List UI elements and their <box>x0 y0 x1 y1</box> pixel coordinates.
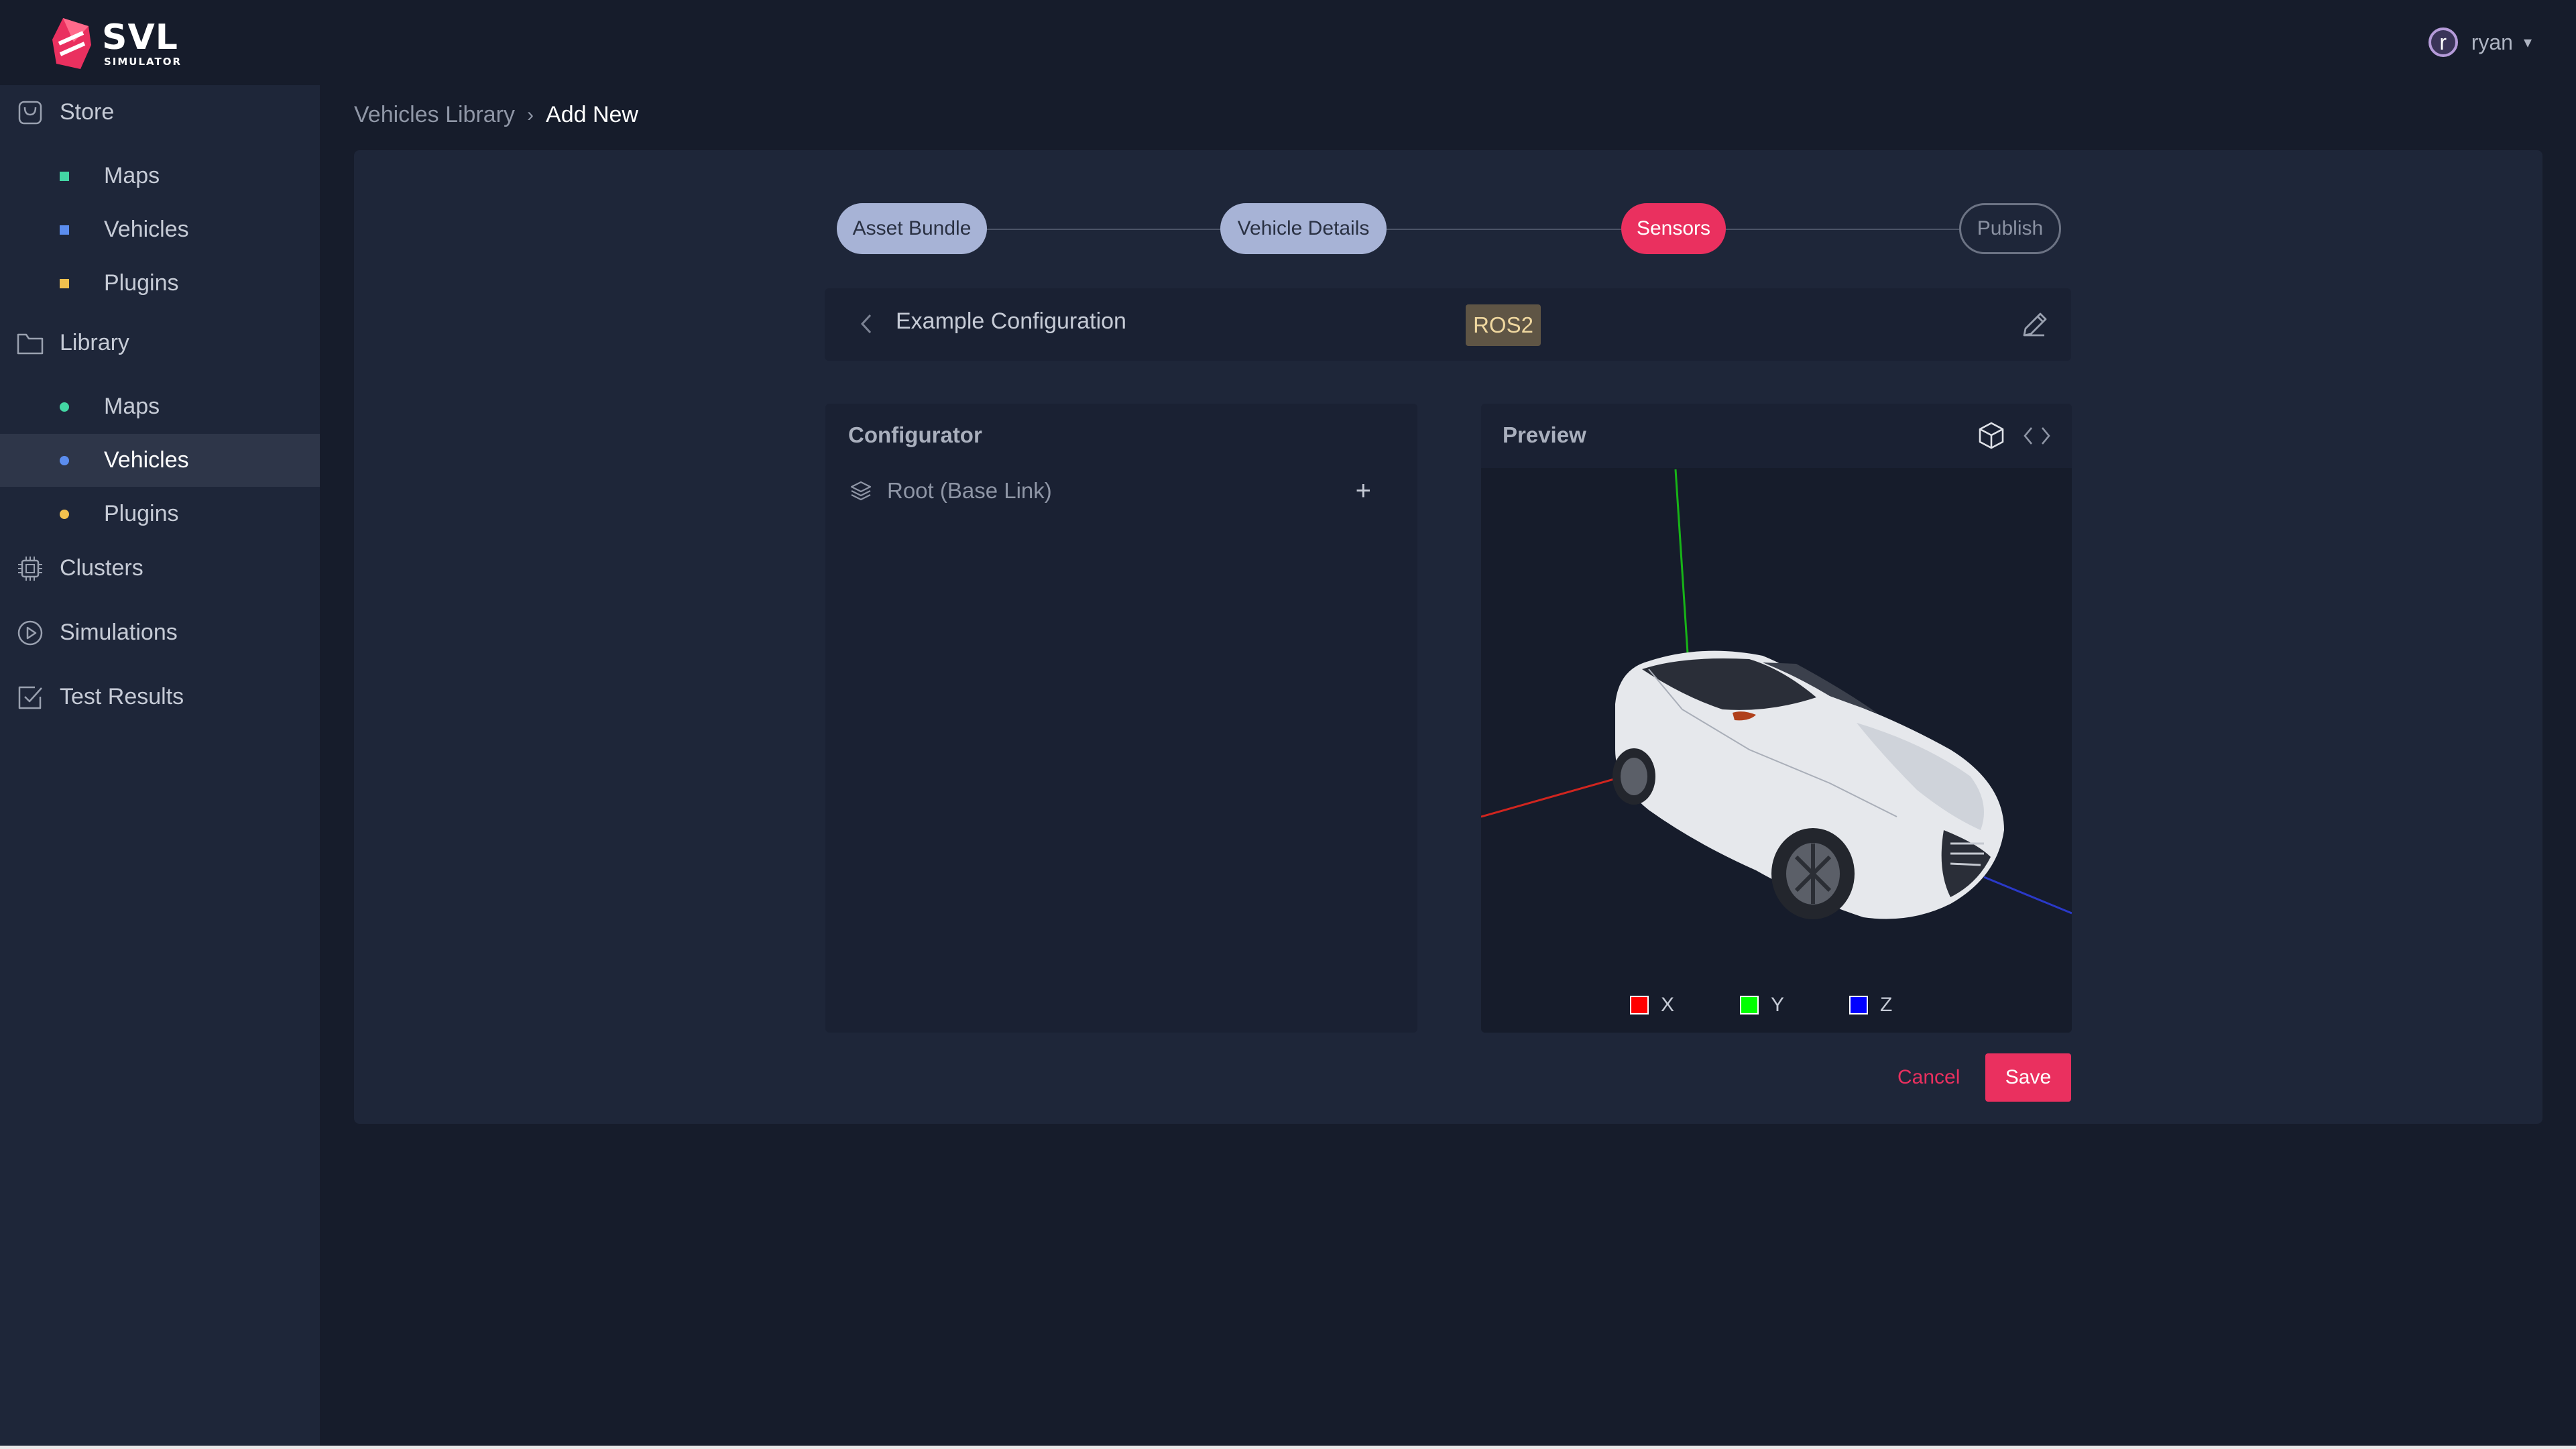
configuration-bar: Example Configuration ROS2 <box>825 288 2071 361</box>
bullet-icon <box>60 225 69 235</box>
sidebar-item-label: Vehicles <box>104 447 189 473</box>
save-button[interactable]: Save <box>1985 1053 2071 1102</box>
cube-3d-view-icon[interactable] <box>1976 420 2007 451</box>
legend-y: Y <box>1740 994 1784 1017</box>
sidebar-group-simulations[interactable]: Simulations <box>0 605 320 659</box>
sidebar-item-library-vehicles[interactable]: Vehicles <box>0 434 320 487</box>
legend-label: Y <box>1771 994 1785 1016</box>
sidebar-item-store-maps[interactable]: Maps <box>0 150 320 202</box>
add-sensor-plus-icon[interactable]: + <box>1356 476 1371 506</box>
stepper-connector <box>986 229 1222 230</box>
sidebar-item-store-plugins[interactable]: Plugins <box>0 257 320 310</box>
sidebar-item-label: Maps <box>104 394 160 419</box>
step-asset-bundle[interactable]: Asset Bundle <box>837 203 987 254</box>
bridge-badge: ROS2 <box>1466 304 1541 346</box>
x-axis-line <box>1481 772 1636 818</box>
cancel-button[interactable]: Cancel <box>1897 1066 1960 1089</box>
sidebar-group-label: Clusters <box>60 555 143 581</box>
sidebar-group-label: Library <box>60 329 129 355</box>
avatar[interactable]: r <box>2428 27 2458 57</box>
caret-down-icon[interactable]: ▾ <box>2524 33 2532 52</box>
sidebar-group-label: Simulations <box>60 619 178 645</box>
legend-swatch-icon <box>1740 996 1759 1015</box>
step-publish[interactable]: Publish <box>1959 203 2061 254</box>
sidebar-item-label: Plugins <box>104 501 179 526</box>
svl-logo-mark-icon <box>52 18 91 69</box>
breadcrumb-vehicles-library-link[interactable]: Vehicles Library <box>354 102 515 128</box>
breadcrumb: Vehicles Library › Add New <box>354 102 638 128</box>
3d-viewport[interactable] <box>1481 468 2072 1033</box>
bullet-icon <box>60 509 69 519</box>
preview-title: Preview <box>1503 422 1586 447</box>
stepper-connector <box>1385 229 1621 230</box>
y-axis-line <box>1674 469 1689 654</box>
tree-root-row[interactable]: Root (Base Link) + <box>848 471 1371 511</box>
sidebar-item-store-vehicles[interactable]: Vehicles <box>0 203 320 256</box>
legend-z: Z <box>1849 994 1892 1017</box>
user-menu[interactable]: r ryan ▾ <box>2428 25 2532 59</box>
pencil-edit-icon[interactable] <box>2017 307 2052 342</box>
bullet-icon <box>60 402 69 412</box>
bullet-icon <box>60 278 69 288</box>
user-name[interactable]: ryan <box>2471 30 2513 55</box>
bottom-edge <box>0 1446 2576 1449</box>
sidebar-group-label: Store <box>60 99 115 125</box>
sidebar-item-label: Plugins <box>104 270 179 296</box>
sidebar-group-test-results[interactable]: Test Results <box>0 670 320 723</box>
chevron-left-icon[interactable] <box>850 307 884 341</box>
layers-icon <box>850 481 872 501</box>
top-bar: SVL SIMULATOR r ryan ▾ <box>0 0 2576 85</box>
breadcrumb-separator-icon: › <box>527 103 534 126</box>
legend-swatch-icon <box>1630 996 1649 1015</box>
breadcrumb-current: Add New <box>546 102 638 127</box>
bullet-icon <box>60 171 69 181</box>
step-vehicle-details[interactable]: Vehicle Details <box>1220 203 1387 254</box>
svl-logo[interactable]: SVL SIMULATOR <box>51 13 182 74</box>
sidebar-group-store[interactable]: Store <box>0 85 320 139</box>
preview-panel: Preview X Y Z <box>1481 404 2072 1033</box>
sidebar-item-library-maps[interactable]: Maps <box>0 380 320 433</box>
legend-label: X <box>1661 994 1675 1016</box>
brand-name: SVL <box>102 17 178 58</box>
axis-legend: X Y Z <box>1481 994 2072 1021</box>
configurator-panel: Configurator Root (Base Link) + <box>825 404 1417 1033</box>
sidebar-item-library-plugins[interactable]: Plugins <box>0 487 320 540</box>
sidebar-item-label: Maps <box>104 163 160 188</box>
sidebar: Store Maps Vehicles Plugins Library Maps… <box>0 85 320 1449</box>
z-axis-line <box>1983 876 2072 915</box>
play-circle-icon <box>17 620 43 646</box>
brand-subtitle: SIMULATOR <box>104 56 182 68</box>
legend-x: X <box>1630 994 1674 1017</box>
bullet-icon <box>60 455 69 465</box>
configurator-title: Configurator <box>848 422 982 447</box>
code-view-icon[interactable] <box>2019 422 2054 449</box>
car-model <box>1613 650 2004 919</box>
stepper-connector <box>1724 229 1960 230</box>
vehicle-3d-preview <box>1481 469 2072 919</box>
configuration-name: Example Configuration <box>896 308 1126 334</box>
sidebar-group-clusters[interactable]: Clusters <box>0 541 320 595</box>
legend-swatch-icon <box>1849 996 1868 1015</box>
legend-label: Z <box>1880 994 1893 1016</box>
root-base-link-label: Root (Base Link) <box>887 478 1052 503</box>
sidebar-item-label: Vehicles <box>104 217 189 242</box>
cpu-chip-icon <box>18 557 42 581</box>
checkbox-icon <box>18 686 42 709</box>
sidebar-group-label: Test Results <box>60 683 184 709</box>
sidebar-group-library[interactable]: Library <box>0 316 320 369</box>
step-sensors[interactable]: Sensors <box>1621 203 1726 254</box>
shopping-bag-icon <box>18 101 42 125</box>
folder-icon <box>17 333 44 355</box>
